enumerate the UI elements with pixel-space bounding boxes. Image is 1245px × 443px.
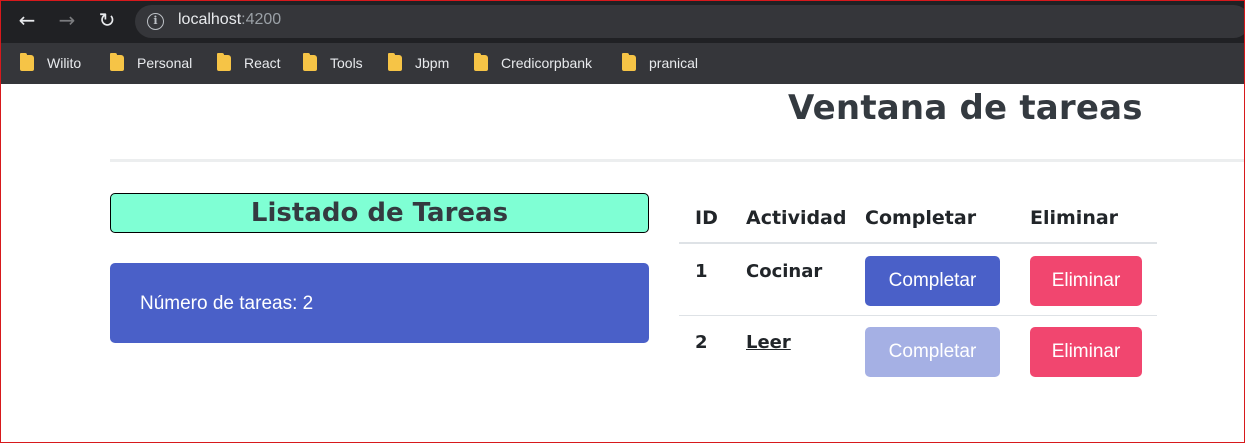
- bookmark-label: Credicorpbank: [501, 55, 593, 71]
- bookmark-react[interactable]: React: [217, 53, 281, 73]
- folder-icon: [110, 53, 124, 71]
- page-title: Ventana de tareas: [788, 88, 1143, 128]
- url-text[interactable]: localhost:4200: [178, 11, 281, 29]
- row-separator: [679, 315, 1157, 316]
- folder-icon: [474, 53, 488, 71]
- folder-icon: [388, 53, 402, 71]
- bookmark-pranical[interactable]: pranical: [622, 53, 698, 73]
- url-host: localhost: [178, 11, 242, 28]
- bookmark-label: Personal: [137, 55, 193, 71]
- address-bar[interactable]: i localhost:4200: [135, 5, 1245, 38]
- task-id: 2: [695, 332, 708, 353]
- bookmark-tools[interactable]: Tools: [303, 53, 363, 73]
- column-header-complete: Completar: [865, 207, 977, 229]
- bookmark-label: Wilito: [47, 55, 82, 71]
- reload-icon[interactable]: ↻: [95, 8, 119, 32]
- column-header-activity: Actividad: [746, 207, 847, 229]
- complete-button-disabled[interactable]: Completar: [865, 327, 1000, 377]
- bookmark-label: pranical: [649, 55, 699, 71]
- bookmark-credicorpbank[interactable]: Credicorpbank: [474, 53, 592, 73]
- complete-button[interactable]: Completar: [865, 256, 1000, 306]
- task-activity-completed: Leer: [746, 332, 791, 353]
- column-header-delete: Eliminar: [1030, 207, 1119, 229]
- task-count-text: Número de tareas: 2: [140, 293, 314, 314]
- header-separator: [679, 242, 1157, 244]
- task-list-title: Listado de Tareas: [110, 193, 649, 233]
- url-port: :4200: [241, 11, 282, 28]
- task-activity: Cocinar: [746, 261, 823, 282]
- folder-icon: [20, 53, 34, 71]
- back-arrow-icon[interactable]: ←: [15, 8, 39, 32]
- folder-icon: [303, 53, 317, 71]
- bookmark-label: React: [244, 55, 281, 71]
- bookmark-label: Jbpm: [415, 55, 450, 71]
- bookmark-label: Tools: [330, 55, 363, 71]
- delete-button[interactable]: Eliminar: [1030, 256, 1142, 306]
- folder-icon: [622, 53, 636, 71]
- forward-arrow-icon[interactable]: →: [55, 8, 79, 32]
- folder-icon: [217, 53, 231, 71]
- bookmark-personal[interactable]: Personal: [110, 53, 192, 73]
- bookmarks-bar: Wilito Personal React Tools Jbpm Credico…: [0, 43, 1245, 84]
- info-icon[interactable]: i: [147, 13, 164, 30]
- header-divider: [110, 159, 1245, 162]
- task-id: 1: [695, 261, 708, 282]
- delete-button[interactable]: Eliminar: [1030, 327, 1142, 377]
- task-count-panel: Número de tareas: 2: [110, 263, 649, 343]
- column-header-id: ID: [695, 207, 718, 229]
- bookmark-wilito[interactable]: Wilito: [20, 53, 81, 73]
- browser-toolbar: ← → ↻ i localhost:4200: [0, 0, 1245, 43]
- bookmark-jbpm[interactable]: Jbpm: [388, 53, 449, 73]
